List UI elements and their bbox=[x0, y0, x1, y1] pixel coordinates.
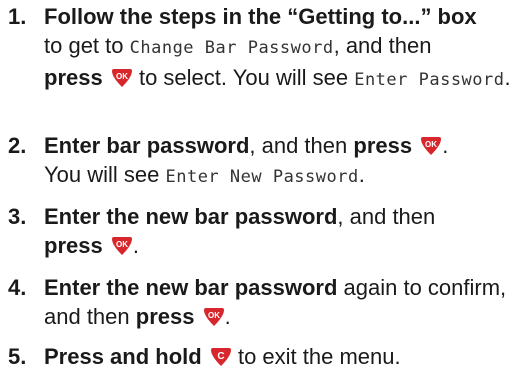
step-emphasis: press bbox=[135, 304, 195, 329]
step-emphasis: press bbox=[353, 133, 413, 158]
ok-key-label: OK bbox=[208, 311, 220, 320]
step-text: , and then bbox=[337, 204, 436, 229]
step-body: Enter the new bar password again to conf… bbox=[44, 273, 518, 331]
step-emphasis: press bbox=[44, 65, 103, 90]
step-text: to exit the menu. bbox=[231, 344, 401, 369]
step-text: to select. You will see bbox=[132, 65, 355, 90]
step-body: Enter bar password, and then press OK . … bbox=[44, 131, 518, 192]
step-number: 2. bbox=[8, 133, 27, 158]
display-text: Enter New Password bbox=[165, 167, 359, 187]
step-text: , and then bbox=[333, 33, 432, 58]
step-emphasis: Enter the new bar password bbox=[44, 204, 338, 229]
ok-key-icon: OK bbox=[111, 236, 133, 256]
step-3: 3. Enter the new bar password, and then … bbox=[0, 202, 518, 260]
ok-key-label: OK bbox=[425, 140, 437, 149]
step-emphasis: Follow the steps in the “Getting to...” … bbox=[44, 4, 477, 29]
step-text: . bbox=[504, 65, 511, 90]
step-4: 4. Enter the new bar password again to c… bbox=[0, 273, 518, 331]
step-body: Follow the steps in the “Getting to...” … bbox=[44, 2, 518, 95]
step-5: 5. Press and hold C to exit the menu. bbox=[0, 342, 518, 371]
step-body: Enter the new bar password, and then pre… bbox=[44, 202, 518, 260]
clear-key-label: C bbox=[217, 351, 224, 362]
ok-key-icon: OK bbox=[203, 307, 225, 327]
step-text: , and then bbox=[249, 133, 354, 158]
clear-key-icon: C bbox=[210, 347, 232, 367]
step-text: . bbox=[224, 304, 231, 329]
step-emphasis: Enter the new bar password bbox=[44, 275, 338, 300]
step-text: . bbox=[358, 162, 365, 187]
step-text: . bbox=[132, 233, 139, 258]
display-text: Change Bar Password bbox=[129, 38, 334, 58]
step-text: . bbox=[442, 133, 449, 158]
ok-key-label: OK bbox=[116, 72, 128, 81]
step-number: 4. bbox=[8, 275, 27, 300]
instruction-steps: 1. Follow the steps in the “Getting to..… bbox=[0, 0, 518, 373]
step-number: 3. bbox=[8, 204, 27, 229]
step-number: 1. bbox=[8, 4, 27, 29]
step-1: 1. Follow the steps in the “Getting to..… bbox=[0, 2, 518, 95]
step-emphasis: press bbox=[44, 233, 103, 258]
step-emphasis: Enter bar password bbox=[44, 133, 250, 158]
step-body: Press and hold C to exit the menu. bbox=[44, 342, 518, 371]
ok-key-icon: OK bbox=[111, 68, 133, 88]
step-text: to get to bbox=[44, 33, 130, 58]
display-text: Enter Password bbox=[354, 70, 505, 90]
ok-key-icon: OK bbox=[420, 136, 442, 156]
step-2: 2. Enter bar password, and then press OK… bbox=[0, 131, 518, 192]
step-emphasis: Press and hold bbox=[44, 344, 202, 369]
step-number: 5. bbox=[8, 344, 27, 369]
ok-key-label: OK bbox=[116, 240, 128, 249]
step-text: You will see bbox=[44, 162, 166, 187]
